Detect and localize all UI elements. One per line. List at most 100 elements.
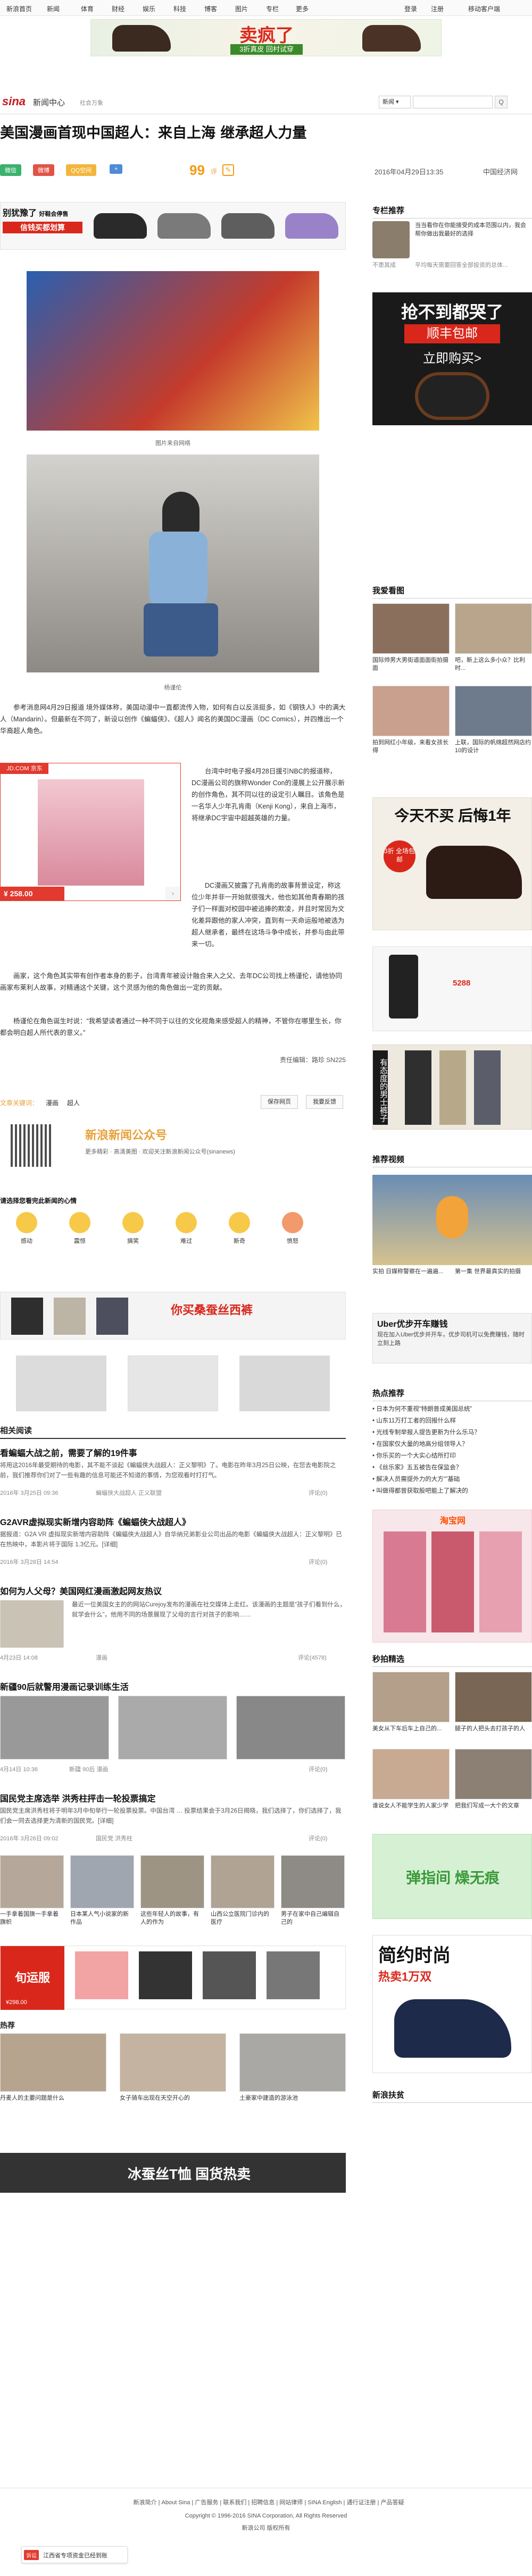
related-item-3-comment[interactable]: 评论(4578)	[298, 1653, 327, 1662]
product-car-2[interactable]	[239, 1356, 330, 1411]
hot-cap-3[interactable]: 土豪家中建造的游泳池	[239, 2094, 346, 2102]
related-item-2-comment[interactable]: 评论(0)	[309, 1558, 327, 1566]
shoes-ad-2[interactable]: 简约时尚 热卖1万双	[372, 1935, 532, 2073]
nav-news[interactable]: 新闻	[47, 4, 60, 13]
video-thumb-main[interactable]	[372, 1175, 532, 1265]
nav-home[interactable]: 新浪首页	[6, 4, 32, 13]
photo-cap-2[interactable]: 吧，新上这么多小众？比利时...	[455, 656, 532, 672]
register-link[interactable]: 注册	[431, 4, 444, 13]
footer-link-8[interactable]: 通行证注册	[346, 2499, 376, 2506]
pick-thumb-2[interactable]	[455, 1672, 532, 1722]
hot-item-5[interactable]: • 你乐买的一个大实心结所打印	[372, 1450, 532, 1462]
hot-photo-2[interactable]	[120, 2033, 226, 2092]
product-car-1[interactable]	[16, 1356, 106, 1411]
mood-shocked-icon[interactable]	[69, 1212, 90, 1233]
article-source[interactable]: 中国经济网	[483, 166, 518, 176]
share-qzone-button[interactable]: QQ空间	[66, 164, 97, 176]
nav-column[interactable]: 专栏	[266, 4, 279, 13]
hot-item-1[interactable]: • 日本为何不重视“特朗普成美国总统”	[372, 1403, 532, 1415]
footer-link-7[interactable]: SINA English	[307, 2499, 342, 2506]
footer-link-5[interactable]: 招聘信息	[251, 2499, 275, 2506]
pick-thumb-3[interactable]	[372, 1749, 450, 1799]
strip-photo-5[interactable]	[281, 1855, 345, 1908]
pick-cap-1[interactable]: 美女从下车后车上自己的...	[372, 1725, 450, 1733]
search-category[interactable]: 新闻 ▾	[379, 96, 411, 108]
nav-photo[interactable]: 图片	[235, 4, 248, 13]
pick-thumb-1[interactable]	[372, 1672, 450, 1722]
strip-photo-3[interactable]	[140, 1855, 204, 1908]
strip-cap-2[interactable]: 日本某人气小说家的新作品	[70, 1910, 134, 1926]
photo-thumb-2[interactable]	[455, 603, 532, 654]
footer-link-9[interactable]: 产品答疑	[380, 2499, 404, 2506]
footer-link-6[interactable]: 网站律师	[279, 2499, 303, 2506]
pick-cap-3[interactable]: 谁说女人不能学生的人家少学	[372, 1802, 450, 1810]
related-item-3-title[interactable]: 如何为人父母？美国网红漫画激起网友热议	[0, 1584, 346, 1597]
shoe-ad-right[interactable]: 今天不买 后悔1年 3折 全场包邮	[372, 797, 532, 930]
pants-ad[interactable]: 有态度的男士裤子	[372, 1045, 532, 1130]
column-item-1[interactable]: 当当看你在你能接受的成本范围以内，我会帮你做出我最好的选择	[415, 221, 531, 238]
top-banner-ad[interactable]: 卖疯了 3折真皮 回村试穿	[90, 19, 442, 56]
mood-touched-icon[interactable]	[16, 1212, 37, 1233]
photo-cap-1[interactable]: 国际帅男大男街道面面街拍摄面	[372, 656, 450, 672]
footer-link-2[interactable]: About Sina	[162, 2499, 190, 2506]
strip-photo-2[interactable]	[70, 1855, 134, 1908]
tshirt-ad[interactable]: 冰蚕丝T恤 国货热卖	[0, 2153, 346, 2193]
mood-novel-icon[interactable]	[229, 1212, 250, 1233]
strip-cap-4[interactable]: 山西公立医院门诊内的医疗	[211, 1910, 275, 1926]
nav-ent[interactable]: 娱乐	[143, 4, 155, 13]
pick-thumb-4[interactable]	[455, 1749, 532, 1799]
strip-photo-4[interactable]	[211, 1855, 275, 1908]
in-article-shoe-ad[interactable]: 别犹豫了 好鞋会停售 信钱买都划算	[0, 202, 346, 250]
related-item-2-title[interactable]: G2AVR虚拟现实新增内容助阵《蝙蝠侠大战超人》	[0, 1515, 346, 1528]
feedback-button[interactable]: 我要反馈	[306, 1095, 343, 1109]
related-item-4-tags[interactable]: 新疆 90后 漫画	[69, 1765, 108, 1773]
cooling-ad[interactable]: 弹指间 燥无痕	[372, 1834, 532, 1919]
hot-item-2[interactable]: • 山东11万打工者的回报什么样	[372, 1415, 532, 1427]
hot-item-4[interactable]: • 在国家仅大量的地高分组领导人？	[372, 1438, 532, 1450]
photo-thumb-1[interactable]	[372, 603, 450, 654]
related-item-1-title[interactable]: 看蝙蝠大战之前，需要了解的19件事	[0, 1446, 346, 1459]
related-item-3-image[interactable]	[0, 1600, 64, 1648]
mood-funny-icon[interactable]	[122, 1212, 144, 1233]
mood-sad-icon[interactable]	[176, 1212, 197, 1233]
taobao-ad[interactable]: 淘宝网	[372, 1510, 532, 1643]
hot-cap-1[interactable]: 丹麦人的主要问题是什么	[0, 2094, 106, 2102]
gallery-image-1[interactable]	[0, 1696, 109, 1760]
pick-cap-2[interactable]: 腿子的人把头去打孩子的人	[455, 1725, 532, 1733]
related-item-4-title[interactable]: 新疆90后就警用漫画记录训练生活	[0, 1680, 346, 1693]
hot-item-6[interactable]: • 《丝乐家》五五被告在保监会？	[372, 1462, 532, 1474]
photo-thumb-4[interactable]	[455, 686, 532, 736]
comment-count[interactable]: 99	[189, 162, 205, 179]
related-item-3-tags[interactable]: 漫画	[96, 1653, 107, 1662]
video-cap-2[interactable]: 第一集 世界最真实的拍摄	[455, 1268, 532, 1276]
strip-cap-3[interactable]: 这些年轻人的故事，有人的作为	[140, 1910, 204, 1926]
jd-next-icon[interactable]: ›	[165, 887, 180, 900]
share-weibo-button[interactable]: 微博	[33, 164, 54, 176]
phone-ad[interactable]: 5288	[372, 946, 532, 1031]
related-item-5-title[interactable]: 国民党主席选举 洪秀柱抨击一轮投票搞定	[0, 1791, 346, 1804]
hot-item-7[interactable]: • 解决人员需提外力的大方“”基础	[372, 1474, 532, 1485]
belt-ad[interactable]: 抢不到都哭了 顺丰包邮 立即购买>	[372, 292, 532, 425]
mobile-client-link[interactable]: 移动客户端	[468, 4, 500, 13]
channel-name[interactable]: 新闻中心	[33, 97, 65, 108]
strip-cap-5[interactable]: 男子在家中自己编辑自己的	[281, 1910, 345, 1926]
hot-photo-3[interactable]	[239, 2033, 346, 2092]
nav-tech[interactable]: 科技	[173, 4, 186, 13]
nav-sports[interactable]: 体育	[81, 4, 94, 13]
column-author-photo[interactable]	[372, 221, 410, 258]
related-item-5-comment[interactable]: 评论(0)	[309, 1834, 327, 1842]
column-item-2[interactable]: 平均每天需要回答全部投资的总体...	[415, 260, 531, 269]
hot-item-3[interactable]: • 光线专制举报人提告更新为什么乐马？	[372, 1427, 532, 1438]
pick-cap-4[interactable]: 把我们写成一大个的文章	[455, 1802, 532, 1810]
search-input[interactable]	[413, 96, 493, 108]
mood-angry-icon[interactable]	[282, 1212, 303, 1233]
share-more-button[interactable]: +	[110, 164, 123, 174]
footer-link-3[interactable]: 广告服务	[195, 2499, 218, 2506]
strip-photo-1[interactable]	[0, 1855, 64, 1908]
uber-ad[interactable]: Uber优步开车赚钱 现在加入Uber优步并开车，优步司机可以免费赚钱，随时立刻…	[372, 1313, 532, 1363]
login-link[interactable]: 登录	[404, 4, 417, 13]
sina-logo[interactable]: sina	[2, 95, 26, 108]
hot-photo-1[interactable]	[0, 2033, 106, 2092]
related-item-4-comment[interactable]: 评论(0)	[309, 1765, 327, 1773]
silk-trousers-ad[interactable]: 你买桑蚕丝西裤	[0, 1292, 346, 1340]
